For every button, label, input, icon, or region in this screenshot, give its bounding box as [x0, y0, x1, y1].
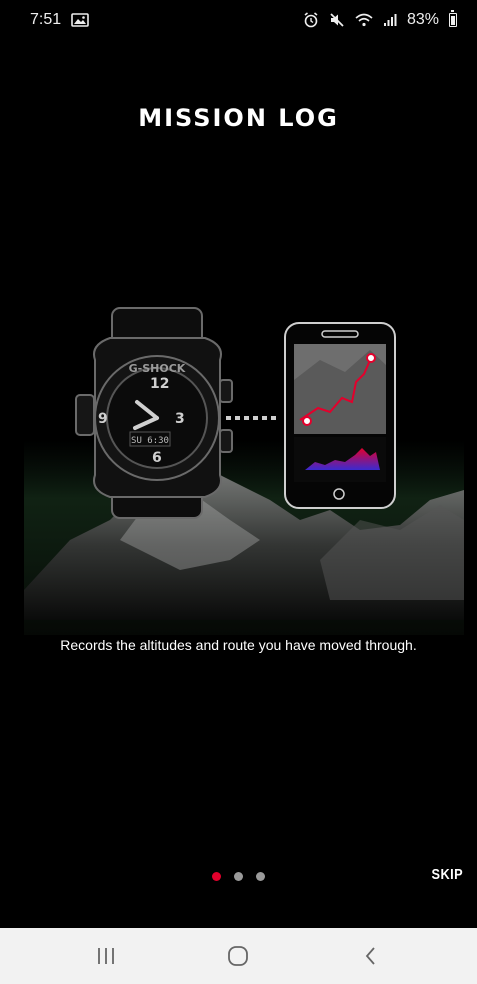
mission-log-illustration: G-SHOCK 12 9 3 6 SU 6:30: [0, 300, 477, 640]
gallery-icon: [71, 13, 89, 27]
back-icon: [365, 947, 375, 965]
battery-percent: 83%: [406, 11, 439, 28]
watch-display-text: SU 6:30: [131, 436, 169, 446]
watch-brand-text: G-SHOCK: [129, 362, 186, 375]
home-button[interactable]: [208, 936, 268, 976]
skip-button[interactable]: SKIP: [432, 866, 463, 883]
svg-text:6: 6: [152, 450, 162, 466]
wifi-icon: [355, 13, 373, 27]
pagination-dots: [212, 872, 265, 881]
signal-icon: [383, 13, 397, 27]
page-dot-2[interactable]: [234, 872, 243, 881]
home-icon: [228, 946, 249, 966]
status-right: 83%: [303, 10, 457, 29]
page-dot-1[interactable]: [212, 872, 221, 881]
recent-apps-icon: [98, 948, 115, 964]
system-nav-bar: [0, 928, 477, 984]
mute-icon: [329, 12, 345, 28]
status-left: 7:51: [30, 11, 89, 29]
connection-dots: [226, 416, 276, 420]
phone-illustration: [284, 322, 396, 509]
svg-text:3: 3: [175, 411, 185, 427]
recent-apps-button[interactable]: [76, 936, 136, 976]
status-time: 7:51: [30, 11, 62, 28]
alarm-icon: [303, 12, 319, 28]
battery-icon: [449, 10, 457, 27]
page-dot-3[interactable]: [256, 872, 265, 881]
svg-text:12: 12: [150, 376, 169, 392]
page-caption: Records the altitudes and route you have…: [60, 637, 417, 653]
page-title: MISSION LOG: [138, 104, 339, 132]
back-button[interactable]: [341, 936, 401, 976]
status-bar: 7:51 83%: [0, 0, 477, 40]
svg-text:9: 9: [98, 411, 108, 427]
